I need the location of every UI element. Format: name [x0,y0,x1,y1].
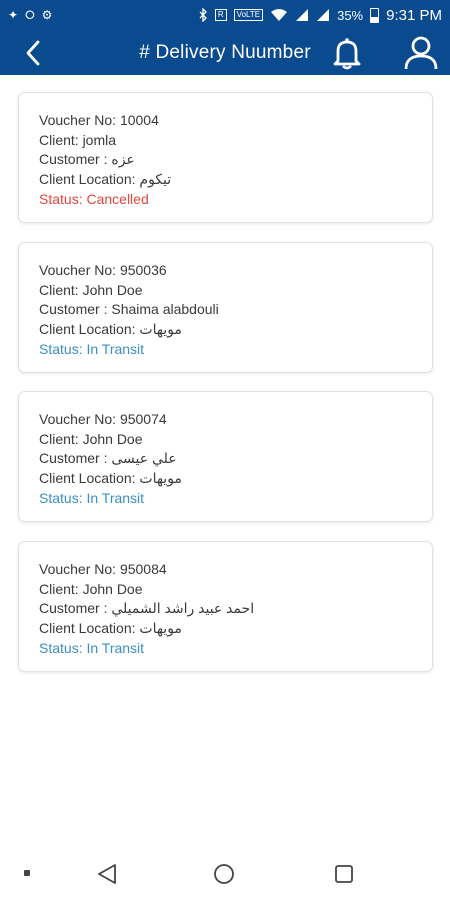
customer-name: Customer : Shaima alabdouli [39,301,219,318]
back-button[interactable] [18,38,48,68]
customer-name: Customer : علي عيسى [39,450,177,467]
voucher-number: Voucher No: 950074 [39,411,167,427]
circle-home-icon [214,864,234,884]
client-name: Client: John Doe [39,580,143,597]
nav-recent-apps-button[interactable] [334,864,354,884]
status-text: Status: In Transit [39,489,145,506]
status-text: Status: Cancelled [39,190,149,207]
notifications-button[interactable] [330,36,364,70]
voucher-number: Voucher No: 950084 [39,561,167,577]
client-location: Client Location: تيكوم [39,171,172,188]
voucher-number: Voucher No: 950036 [39,262,167,278]
delivery-card[interactable]: Voucher No: 950074 Client: John Doe Cust… [18,391,433,522]
client-location: Client Location: مويهات [39,620,182,637]
user-icon [404,36,438,70]
customer-name: Customer : احمد عبيد راشد الشميلي [39,600,255,617]
profile-button[interactable] [403,35,439,71]
notification-icon-2: ⭘ [25,8,35,22]
nav-dot-indicator [24,870,30,876]
customer-name: Customer : عزه [39,151,135,168]
wifi-icon [271,9,288,21]
signal-icon-2 [317,9,330,21]
bell-icon [333,38,361,70]
delivery-card[interactable]: Voucher No: 950084 Client: John Doe Cust… [18,541,433,672]
status-bar-right: R VoLTE 35% 9:31 PM [199,7,442,24]
nfc-icon: R [214,9,227,21]
back-arrow-icon [26,40,40,66]
voucher-number: Voucher No: 10004 [39,112,159,128]
bluetooth-icon [199,8,207,22]
status-bar-left: ✦ ⭘ ⚙ [8,9,52,21]
volte-badge: VoLTE [233,9,264,21]
signal-icon-1 [296,9,309,21]
triangle-back-icon [98,864,116,884]
nav-home-button[interactable] [213,863,235,885]
square-recent-icon [335,865,353,883]
delivery-card[interactable]: Voucher No: 10004 Client: jomla Customer… [18,92,433,223]
client-location: Client Location: مويهات [39,470,182,487]
status-text: Status: In Transit [39,639,145,656]
app-bar: # Delivery Nuumber [0,30,450,75]
notification-icon-3: ⚙ [41,8,53,22]
status-text: Status: In Transit [39,340,145,357]
status-bar: ✦ ⭘ ⚙ R VoLTE 35% 9:31 PM [0,0,450,30]
battery-percent: 35% [337,7,364,23]
client-name: Client: John Doe [39,281,143,298]
client-name: Client: jomla [39,131,117,148]
client-location: Client Location: مويهات [39,321,182,338]
delivery-card[interactable]: Voucher No: 950036 Client: John Doe Cust… [18,242,433,373]
page-title: # Delivery Nuumber [139,42,311,63]
battery-icon [370,7,380,23]
client-name: Client: John Doe [39,430,143,447]
nav-back-button[interactable] [95,862,119,886]
system-nav-bar [0,846,450,900]
status-time: 9:31 PM [386,6,442,24]
notification-icon-1: ✦ [8,8,19,22]
